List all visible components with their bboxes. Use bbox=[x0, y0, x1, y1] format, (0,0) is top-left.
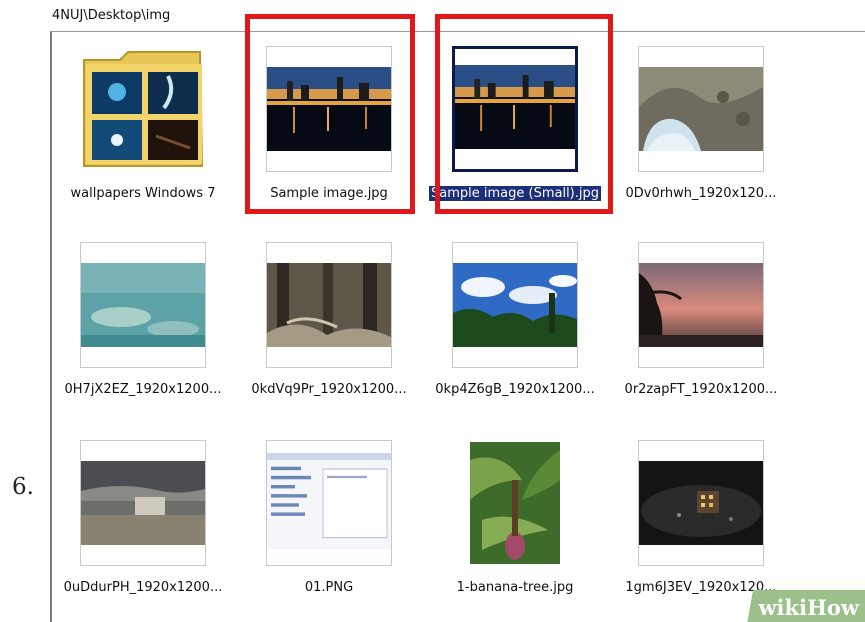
file-tile-0dv0rhwh[interactable]: 0Dv0rhwh_1920x120... bbox=[608, 38, 794, 228]
file-name: 01.PNG bbox=[304, 580, 354, 595]
file-tile-0r2zapft[interactable]: 0r2zapFT_1920x1200... bbox=[608, 234, 794, 424]
file-tile-0kp4z6gb[interactable]: 0kp4Z6gB_1920x1200... bbox=[422, 234, 608, 424]
file-name: wallpapers Windows 7 bbox=[70, 186, 216, 201]
watermark-logo: wikiHow bbox=[758, 595, 859, 620]
file-tile-sample-image[interactable]: Sample image.jpg bbox=[236, 38, 422, 228]
file-tile-0kdvq9pr[interactable]: 0kdVq9Pr_1920x1200... bbox=[236, 234, 422, 424]
file-name: 0Dv0rhwh_1920x120... bbox=[625, 186, 777, 201]
file-tile-banana-tree[interactable]: 1-banana-tree.jpg bbox=[422, 432, 608, 622]
image-thumbnail bbox=[452, 242, 578, 368]
image-thumbnail bbox=[266, 46, 392, 172]
address-path: 4NUJ\Desktop\img bbox=[52, 8, 171, 23]
folder-icon bbox=[80, 46, 206, 172]
image-thumbnail bbox=[80, 242, 206, 368]
image-thumbnail bbox=[80, 440, 206, 566]
file-name: 0kdVq9Pr_1920x1200... bbox=[251, 382, 407, 397]
image-thumbnail bbox=[452, 46, 578, 172]
address-bar[interactable]: 4NUJ\Desktop\img bbox=[50, 0, 865, 32]
file-tile-wallpapers-folder[interactable]: wallpapers Windows 7 bbox=[50, 38, 236, 228]
step-number: 6. bbox=[12, 474, 34, 500]
file-tile-01-png[interactable]: 01.PNG bbox=[236, 432, 422, 622]
watermark-banner: wikiHow bbox=[737, 590, 865, 622]
file-name-selected: Sample image (Small).jpg bbox=[429, 186, 601, 201]
file-explorer-window: 4NUJ\Desktop\img wallpapers Windows 7 Sa… bbox=[50, 0, 865, 622]
file-name: 0r2zapFT_1920x1200... bbox=[624, 382, 778, 397]
file-name: Sample image.jpg bbox=[270, 186, 388, 201]
image-thumbnail bbox=[266, 242, 392, 368]
image-thumbnail bbox=[266, 440, 392, 566]
file-tile-0uddurph[interactable]: 0uDdurPH_1920x1200... bbox=[50, 432, 236, 622]
image-thumbnail bbox=[638, 46, 764, 172]
image-thumbnail bbox=[638, 440, 764, 566]
file-tile-0h7jx2ez[interactable]: 0H7jX2EZ_1920x1200... bbox=[50, 234, 236, 424]
file-name: 0H7jX2EZ_1920x1200... bbox=[64, 382, 222, 397]
file-name: 0kp4Z6gB_1920x1200... bbox=[435, 382, 595, 397]
file-name: 1-banana-tree.jpg bbox=[456, 580, 574, 595]
image-thumbnail bbox=[638, 242, 764, 368]
file-name: 0uDdurPH_1920x1200... bbox=[63, 580, 223, 595]
image-thumbnail bbox=[452, 440, 578, 566]
file-tile-sample-image-small[interactable]: Sample image (Small).jpg bbox=[422, 38, 608, 228]
